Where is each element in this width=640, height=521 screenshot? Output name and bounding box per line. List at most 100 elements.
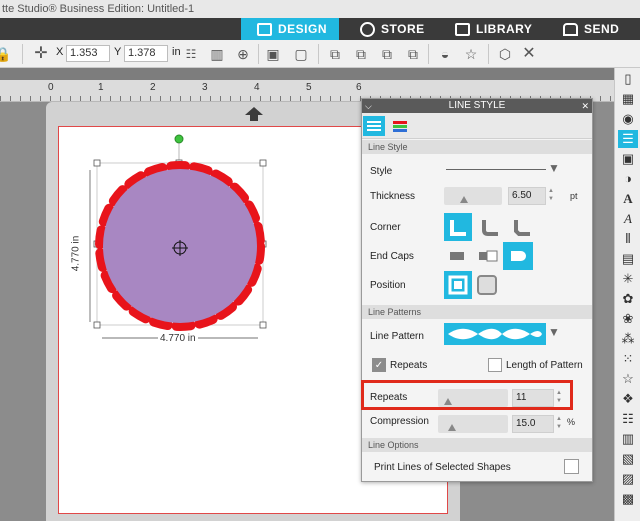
sketch-icon[interactable]: ☷ [618, 410, 638, 428]
emboss-icon[interactable]: ▥ [618, 430, 638, 448]
corner-round-icon [482, 220, 498, 236]
thickness-unit: pt [570, 191, 578, 201]
repeats-checkbox-label: Repeats [390, 360, 428, 371]
library-book-icon[interactable]: ▩ [618, 490, 638, 508]
align-icon[interactable]: ⫴ [618, 230, 638, 248]
x-label: X [56, 46, 64, 58]
3d-box-icon[interactable]: ⬡ [496, 45, 514, 63]
line-style-panel: ⌵ LINE STYLE ✕ Line Style Style ▼ Thickn… [361, 98, 593, 482]
position-align-icon[interactable]: ▥ [208, 45, 226, 63]
modify-icon[interactable]: ✿ [618, 290, 638, 308]
send-to-back-icon[interactable]: ⧉ [404, 45, 422, 63]
tab-store[interactable]: STORE [360, 18, 440, 40]
lock-icon[interactable]: 🔒 [0, 45, 12, 63]
position-center-option[interactable] [444, 271, 472, 299]
repeats-stepper[interactable]: ▲ ▼ [556, 389, 562, 405]
tab-store-label: STORE [381, 22, 425, 36]
slider-thumb[interactable] [444, 398, 452, 405]
y-position-input[interactable]: 1.378 [124, 45, 168, 62]
repeats-checkbox[interactable]: ✓ [372, 358, 386, 372]
slider-thumb[interactable] [448, 424, 456, 431]
thickness-input[interactable]: 6.50 [508, 187, 546, 205]
group-icon[interactable]: ▣ [264, 45, 282, 63]
repeats-slider[interactable] [438, 389, 508, 407]
position-center-icon [448, 275, 468, 295]
transparency-icon[interactable]: ◑ [618, 170, 638, 188]
send-backward-icon[interactable]: ⧉ [352, 45, 370, 63]
trace-icon[interactable]: ⁂ [618, 330, 638, 348]
corner-round-option[interactable] [476, 213, 504, 241]
tab-library[interactable]: LIBRARY [455, 18, 545, 40]
resize-handle[interactable] [259, 321, 267, 329]
corner-square-option[interactable] [444, 213, 472, 241]
line-color-tab[interactable] [389, 116, 411, 136]
compression-slider[interactable] [438, 415, 508, 433]
endcap-round-option[interactable] [503, 242, 533, 270]
endcap-square-option[interactable] [474, 245, 502, 267]
transform-icon[interactable]: ✳ [618, 270, 638, 288]
tab-design-label: DESIGN [278, 22, 328, 36]
rhinestone-icon[interactable]: ⁙ [618, 350, 638, 368]
print-lines-checkbox[interactable] [564, 459, 579, 474]
compression-label: Compression [370, 416, 429, 427]
ruler-number: 1 [98, 82, 104, 93]
repeats-input[interactable]: 11 [512, 389, 554, 407]
compression-input[interactable]: 15.0 [512, 415, 554, 433]
thickness-slider[interactable] [444, 187, 502, 205]
toolbar-divider [318, 44, 319, 64]
star-icon[interactable]: ☆ [462, 45, 480, 63]
bring-to-front-icon[interactable]: ⧉ [378, 45, 396, 63]
section-line-options: Line Options [362, 438, 592, 452]
target-icon[interactable]: ⊕ [234, 45, 252, 63]
text-style-icon[interactable]: A [618, 190, 638, 208]
grid-settings-icon[interactable]: ▦ [618, 90, 638, 108]
pixscan-icon[interactable]: ▨ [618, 470, 638, 488]
puzzle-icon[interactable]: ❖ [618, 390, 638, 408]
compression-stepper[interactable]: ▲ ▼ [556, 415, 562, 431]
resize-handle[interactable] [93, 321, 101, 329]
pattern-dropdown-icon[interactable]: ▼ [548, 325, 560, 339]
text-path-icon[interactable]: A [618, 210, 638, 228]
x-position-input[interactable]: 1.353 [66, 45, 110, 62]
fill-color-icon[interactable]: ◉ [618, 110, 638, 128]
corner-square-icon [450, 220, 466, 236]
replicate-icon[interactable]: ▤ [618, 250, 638, 268]
style-dropdown-icon[interactable]: ▼ [548, 161, 560, 175]
style-line-preview[interactable] [446, 169, 546, 170]
endcap-butt-option[interactable] [444, 245, 472, 267]
rotate-handle[interactable] [174, 134, 184, 144]
position-inside-option[interactable] [476, 274, 498, 296]
line-style-tab[interactable] [363, 116, 385, 136]
tab-send[interactable]: SEND [563, 18, 640, 40]
weld-icon[interactable]: ◒ [436, 45, 454, 63]
library-download-icon [455, 22, 470, 36]
offset-icon[interactable]: ❀ [618, 310, 638, 328]
favorite-star-icon[interactable]: ☆ [618, 370, 638, 388]
ungroup-icon[interactable]: ▢ [292, 45, 310, 63]
move-icon[interactable]: ✛ [32, 45, 50, 63]
thickness-stepper[interactable]: ▲ ▼ [548, 187, 554, 203]
length-of-pattern-checkbox[interactable] [488, 358, 502, 372]
slider-thumb[interactable] [460, 196, 468, 203]
grid-icon [257, 22, 272, 36]
collapse-chevron-icon[interactable]: ⌵ [365, 99, 372, 113]
ruler-number: 3 [202, 82, 208, 93]
corner-bevel-option[interactable] [508, 213, 536, 241]
nesting-icon[interactable]: ▧ [618, 450, 638, 468]
ruler-number: 5 [306, 82, 312, 93]
section-line-patterns: Line Patterns [362, 305, 592, 319]
layers-icon[interactable]: ▣ [618, 150, 638, 168]
ruler-number: 4 [254, 82, 260, 93]
bring-forward-icon[interactable]: ⧉ [326, 45, 344, 63]
selected-shape-group[interactable] [80, 132, 280, 350]
close-icon[interactable]: ✕ [581, 99, 589, 113]
resize-handle[interactable] [93, 159, 101, 167]
delete-icon[interactable]: ✕ [520, 45, 538, 63]
panel-header[interactable]: ⌵ LINE STYLE ✕ [362, 99, 592, 113]
line-pattern-selector[interactable] [444, 323, 546, 345]
line-style-panel-icon[interactable]: ☰ [618, 130, 638, 148]
page-setup-icon[interactable]: ▯ [618, 70, 638, 88]
tab-design[interactable]: DESIGN [241, 18, 339, 40]
resize-handle[interactable] [259, 159, 267, 167]
grid-ref-icon[interactable]: ☷ [182, 45, 200, 63]
